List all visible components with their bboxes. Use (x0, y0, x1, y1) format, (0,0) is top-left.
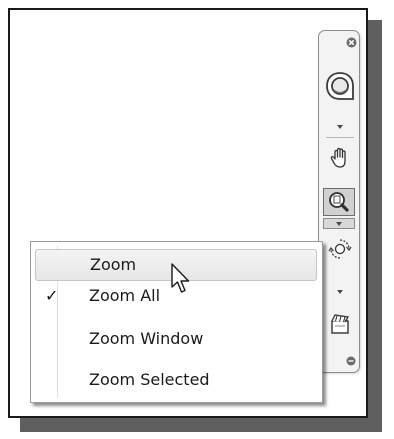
menu-item-zoom-window[interactable]: Zoom Window (35, 324, 317, 356)
pan-hand-icon (330, 147, 346, 168)
checkmark-icon: ✓ (45, 286, 59, 305)
showmotion-button[interactable] (327, 311, 353, 337)
navigation-bar (318, 30, 360, 373)
pan-button[interactable] (327, 145, 353, 171)
chevron-down-icon (336, 222, 342, 226)
separator (326, 137, 354, 138)
menu-item-label: Zoom Selected (89, 370, 210, 389)
steering-wheel-icon (326, 72, 354, 100)
orbit-icon (328, 239, 352, 259)
menu-item-label: Zoom Window (89, 329, 204, 348)
orbit-dropdown-arrow[interactable] (337, 289, 343, 295)
zoom-dropdown-button[interactable] (323, 218, 355, 229)
steering-wheel-dropdown-arrow[interactable] (337, 124, 343, 130)
showmotion-icon (331, 314, 350, 334)
customize-menu-icon[interactable] (346, 356, 356, 366)
zoom-magnifier-icon (329, 192, 349, 212)
steering-wheel-button[interactable] (325, 71, 355, 101)
orbit-button[interactable] (328, 237, 352, 261)
menu-item-label: Zoom All (89, 286, 161, 305)
menu-item-label: Zoom (90, 255, 137, 274)
close-icon[interactable] (345, 36, 357, 48)
menu-item-zoom-selected[interactable]: Zoom Selected (35, 365, 317, 397)
mouse-pointer-icon (170, 262, 192, 300)
zoom-button[interactable] (323, 188, 355, 216)
